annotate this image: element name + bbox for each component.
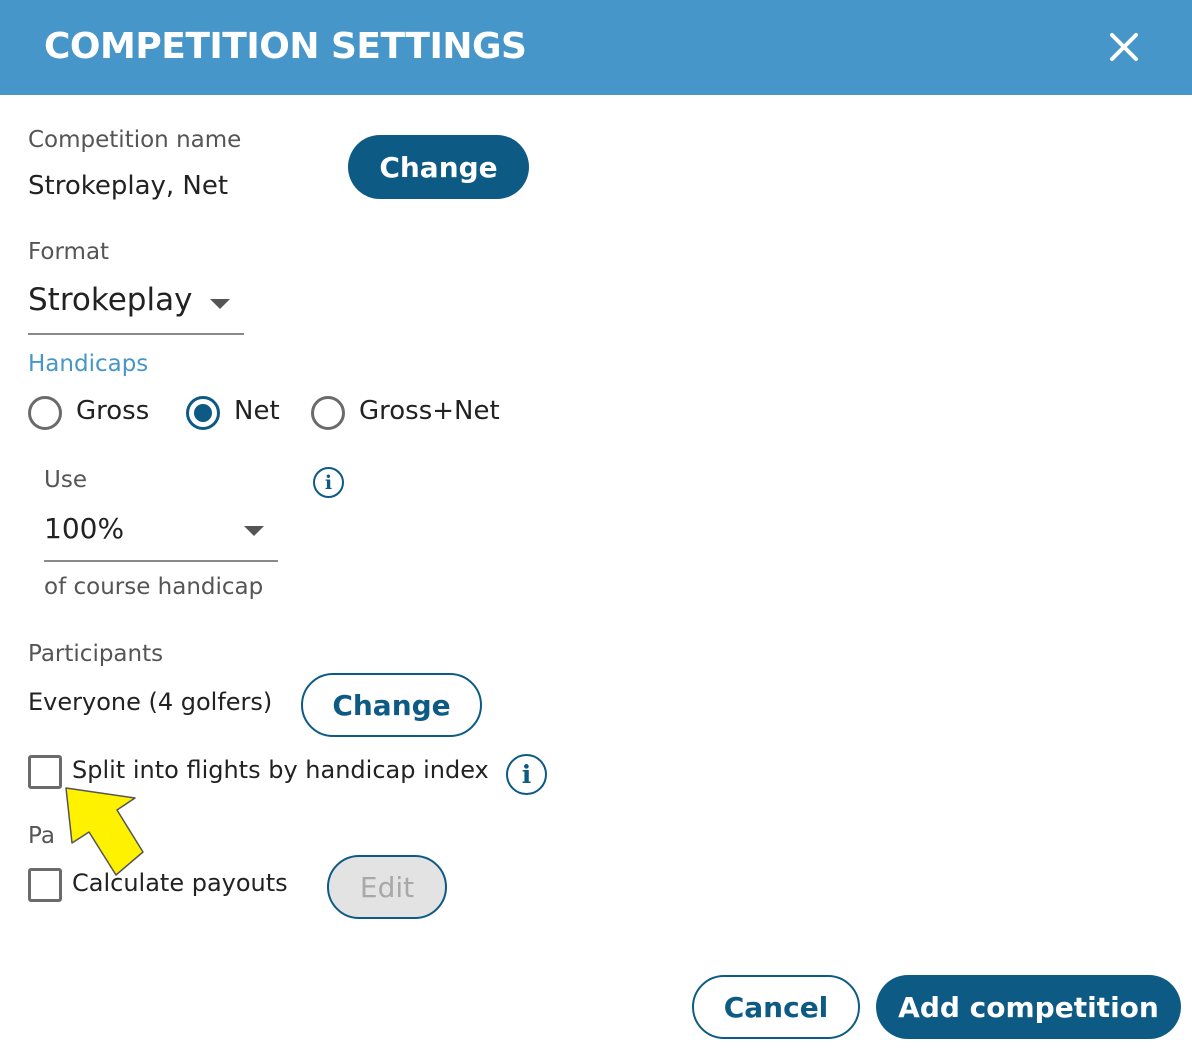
handicap-percentage-select[interactable]: 100% (44, 512, 278, 564)
handicap-percentage-value: 100% (44, 512, 125, 545)
handicap-percentage-suffix: of course handicap (44, 574, 264, 600)
radio-gross[interactable]: Gross (28, 395, 168, 435)
radio-gross-net-circle[interactable] (311, 396, 345, 430)
radio-net[interactable]: Net (186, 395, 296, 435)
format-selected-value: Strokeplay (28, 282, 193, 318)
add-competition-button[interactable]: Add competition (876, 975, 1181, 1039)
dialog-title: COMPETITION SETTINGS (44, 26, 527, 67)
radio-gross-circle[interactable] (28, 396, 62, 430)
competition-name-value: Strokeplay, Net (28, 171, 229, 201)
handicap-percentage-underline (44, 560, 278, 562)
use-label: Use (44, 467, 87, 493)
radio-net-label: Net (234, 396, 280, 426)
change-name-button[interactable]: Change (348, 135, 529, 199)
radio-gross-net-label: Gross+Net (359, 396, 500, 426)
change-participants-button[interactable]: Change (301, 673, 482, 737)
edit-payouts-button: Edit (327, 855, 447, 919)
close-icon[interactable] (1102, 25, 1146, 69)
radio-gross-label: Gross (76, 396, 150, 426)
radio-net-circle[interactable] (186, 396, 220, 430)
dialog-header: COMPETITION SETTINGS (0, 0, 1192, 95)
radio-gross-net[interactable]: Gross+Net (311, 395, 511, 435)
chevron-down-icon (210, 299, 230, 309)
chevron-down-icon (244, 526, 264, 536)
cancel-button[interactable]: Cancel (692, 975, 860, 1039)
handicaps-label: Handicaps (28, 351, 149, 377)
info-icon[interactable]: i (313, 467, 344, 498)
competition-name-label: Competition name (28, 127, 242, 153)
format-select[interactable]: Strokeplay (28, 282, 244, 336)
format-underline (28, 333, 244, 335)
info-icon[interactable]: i (506, 754, 547, 795)
participants-label: Participants (28, 641, 164, 667)
pointer-arrow-icon (65, 787, 144, 876)
participants-value: Everyone (4 golfers) (28, 688, 273, 716)
format-label: Format (28, 239, 110, 265)
